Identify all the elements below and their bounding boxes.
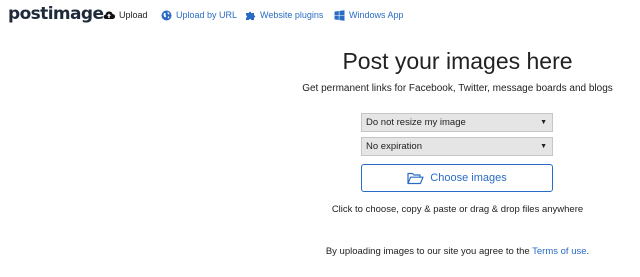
- nav-website-plugins-link[interactable]: Website plugins: [244, 8, 323, 22]
- cloud-upload-icon: [103, 9, 115, 21]
- folder-open-icon: [407, 171, 424, 185]
- expiration-select[interactable]: No expiration ▼: [361, 137, 553, 156]
- top-navbar: postimage Upload Upload by URL Website p…: [0, 0, 640, 30]
- nav-upload-label: Upload: [119, 10, 148, 20]
- terms-prefix: By uploading images to our site you agre…: [325, 246, 533, 257]
- nav-upload-by-url-link[interactable]: Upload by URL: [160, 8, 237, 22]
- windows-icon: [333, 9, 345, 21]
- globe-icon: [160, 9, 172, 21]
- page-title: Post your images here: [342, 48, 573, 74]
- terms-of-use-link[interactable]: Terms of use: [532, 246, 586, 257]
- upload-hint-text: Click to choose, copy & paste or drag & …: [331, 204, 584, 215]
- page: postimage Upload Upload by URL Website p…: [0, 0, 640, 277]
- nav-windows-app-link[interactable]: Windows App: [333, 8, 404, 22]
- nav-upload-link[interactable]: Upload: [103, 8, 148, 22]
- page-subtitle: Get permanent links for Facebook, Twitte…: [302, 83, 613, 94]
- choose-images-button[interactable]: Choose images: [361, 164, 553, 192]
- dropdown-arrow-icon: ▼: [540, 119, 547, 126]
- nav-website-plugins-label: Website plugins: [260, 10, 324, 20]
- resize-select-value: Do not resize my image: [366, 117, 466, 128]
- puzzle-icon: [244, 9, 256, 21]
- nav-upload-by-url-label: Upload by URL: [176, 10, 238, 20]
- terms-suffix: .: [586, 246, 590, 257]
- resize-select[interactable]: Do not resize my image ▼: [361, 113, 553, 132]
- postimage-logo[interactable]: postimage: [8, 4, 104, 24]
- nav-windows-app-label: Windows App: [349, 10, 404, 20]
- expiration-select-value: No expiration: [366, 141, 422, 152]
- terms-notice: By uploading images to our site you agre…: [290, 245, 625, 259]
- choose-images-label: Choose images: [430, 172, 507, 184]
- dropdown-arrow-icon: ▼: [540, 143, 547, 150]
